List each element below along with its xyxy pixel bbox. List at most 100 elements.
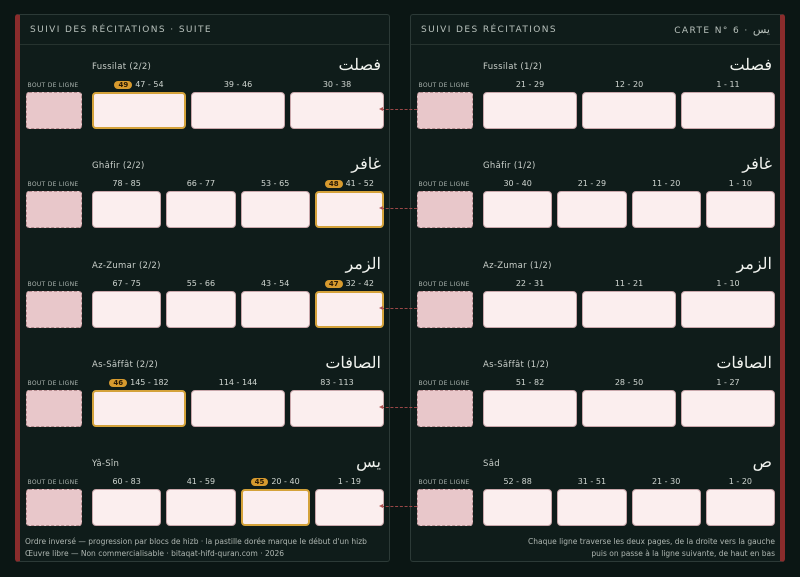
recitation-cell[interactable] xyxy=(483,291,577,328)
sura-arabic-name: غافر xyxy=(742,154,772,173)
range-text: 11 - 20 xyxy=(651,179,681,188)
sura-row: Ghâfir (2/2) غافر BOUT DE LIGNE 78 - 85 66 -… xyxy=(20,154,389,251)
recitation-cell[interactable] xyxy=(240,489,310,526)
range-label: 49 47 - 54 xyxy=(92,80,186,89)
range-text: 31 - 51 xyxy=(577,477,607,486)
end-of-line-box[interactable] xyxy=(26,92,82,129)
end-of-line-box[interactable] xyxy=(417,489,473,526)
sura-arabic-name: يس xyxy=(356,452,381,471)
sura-name: Fussilat (2/2) xyxy=(92,62,152,72)
end-of-line-box[interactable] xyxy=(26,390,82,427)
end-of-line-label: BOUT DE LIGNE xyxy=(27,281,79,288)
recitation-cell[interactable] xyxy=(681,390,775,427)
right-page-header: SUIVI DES RÉCITATIONS CARTE N° 6 · يس xyxy=(411,15,780,45)
recitation-cell[interactable] xyxy=(557,191,627,228)
recitation-cell[interactable] xyxy=(681,92,775,129)
right-page-title: SUIVI DES RÉCITATIONS xyxy=(421,24,558,35)
recitation-cell[interactable] xyxy=(631,489,701,526)
range-label: 30 - 38 xyxy=(290,80,384,89)
recitation-cell[interactable] xyxy=(92,92,186,129)
range-text: 39 - 46 xyxy=(223,80,253,89)
range-label: 11 - 21 xyxy=(582,279,676,288)
sura-row: Ghâfir (1/2) غافر BOUT DE LIGNE 30 - 40 21 -… xyxy=(411,154,780,251)
range-text: 83 - 113 xyxy=(320,378,354,387)
card-arabic: يس xyxy=(752,23,770,36)
end-of-line-box[interactable] xyxy=(26,191,82,228)
recitation-cell[interactable] xyxy=(92,291,162,328)
sura-arabic-name: فصلت xyxy=(729,55,772,74)
end-of-line-box[interactable] xyxy=(26,489,82,526)
recitation-cell[interactable] xyxy=(705,489,775,526)
range-text: 30 - 38 xyxy=(322,80,352,89)
left-page: SUIVI DES RÉCITATIONS · SUITE Fussilat (… xyxy=(15,14,390,562)
range-text: 60 - 83 xyxy=(112,477,141,486)
range-text: 1 - 10 xyxy=(716,279,740,288)
hizb-badge: 45 xyxy=(250,478,269,486)
range-text: 21 - 30 xyxy=(651,477,681,486)
recitation-cell[interactable] xyxy=(92,390,186,427)
range-text: 41 - 52 xyxy=(345,179,374,188)
recitation-cell[interactable] xyxy=(290,390,384,427)
range-label: 51 - 82 xyxy=(483,378,577,387)
recitation-cell[interactable] xyxy=(483,489,553,526)
row-connector xyxy=(379,405,417,409)
recitation-cell[interactable] xyxy=(191,92,285,129)
recitation-cell[interactable] xyxy=(240,191,310,228)
recitation-cell[interactable] xyxy=(166,191,236,228)
end-of-line-label: BOUT DE LIGNE xyxy=(27,479,79,486)
recitation-cell[interactable] xyxy=(92,191,162,228)
end-of-line-box[interactable] xyxy=(417,390,473,427)
recitation-cell[interactable] xyxy=(582,390,676,427)
end-of-line-box[interactable] xyxy=(26,291,82,328)
range-label: 1 - 20 xyxy=(706,477,775,486)
recitation-cell[interactable] xyxy=(240,291,310,328)
recitation-cell[interactable] xyxy=(582,291,676,328)
recitation-cell[interactable] xyxy=(314,291,384,328)
range-label: 43 - 54 xyxy=(241,279,310,288)
range-text: 32 - 42 xyxy=(345,279,374,288)
row-connector xyxy=(379,504,417,508)
recitation-cell[interactable] xyxy=(166,291,236,328)
recitation-cell[interactable] xyxy=(681,291,775,328)
recitation-cell[interactable] xyxy=(290,92,384,129)
range-text: 21 - 29 xyxy=(577,179,607,188)
end-of-line-label: BOUT DE LIGNE xyxy=(418,281,470,288)
card-number: CARTE N° 6 · يس xyxy=(674,23,770,36)
end-of-line-box[interactable] xyxy=(417,92,473,129)
recitation-cell[interactable] xyxy=(631,191,701,228)
sura-row: Az-Zumar (1/2) الزمر BOUT DE LIGNE 22 - 31 1… xyxy=(411,254,780,351)
recitation-cell[interactable] xyxy=(483,390,577,427)
hizb-badge: 46 xyxy=(109,379,128,387)
range-label: 21 - 29 xyxy=(557,179,626,188)
recitation-cell[interactable] xyxy=(166,489,236,526)
sura-arabic-name: فصلت xyxy=(338,55,381,74)
recitation-cell[interactable] xyxy=(483,191,553,228)
end-of-line-box[interactable] xyxy=(417,291,473,328)
range-text: 30 - 40 xyxy=(503,179,532,188)
right-footer: Chaque ligne traverse les deux pages, de… xyxy=(528,536,775,560)
range-label: 21 - 30 xyxy=(632,477,701,486)
end-of-line-box[interactable] xyxy=(417,191,473,228)
left-page-title: SUIVI DES RÉCITATIONS · SUITE xyxy=(30,24,212,35)
range-text: 47 - 54 xyxy=(135,80,164,89)
sura-arabic-name: الصافات xyxy=(325,353,381,372)
left-page-header: SUIVI DES RÉCITATIONS · SUITE xyxy=(20,15,389,45)
card-label: CARTE N° 6 · xyxy=(674,26,749,36)
recitation-cell[interactable] xyxy=(582,92,676,129)
recitation-cell[interactable] xyxy=(314,489,384,526)
range-label: 46 145 - 182 xyxy=(92,378,186,387)
recitation-cell[interactable] xyxy=(191,390,285,427)
range-label: 22 - 31 xyxy=(483,279,577,288)
left-footer-line1: Ordre inversé — progression par blocs de… xyxy=(25,537,367,546)
range-label: 1 - 11 xyxy=(681,80,775,89)
range-label: 30 - 40 xyxy=(483,179,552,188)
range-text: 20 - 40 xyxy=(271,477,300,486)
range-text: 22 - 31 xyxy=(515,279,545,288)
recitation-cell[interactable] xyxy=(557,489,627,526)
recitation-cell[interactable] xyxy=(314,191,384,228)
recitation-cell[interactable] xyxy=(92,489,162,526)
recitation-cell[interactable] xyxy=(705,191,775,228)
sura-name: Ghâfir (1/2) xyxy=(483,161,536,171)
row-connector xyxy=(379,306,417,310)
recitation-cell[interactable] xyxy=(483,92,577,129)
